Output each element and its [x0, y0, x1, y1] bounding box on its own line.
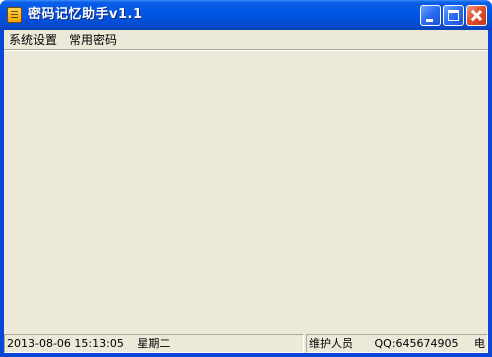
title-bar[interactable]: 密码记忆助手v1.1	[0, 0, 492, 30]
status-weekday: 星期二	[137, 337, 171, 350]
status-maintainer: 维护人员	[309, 337, 353, 350]
menu-common-passwords[interactable]: 常用密码	[67, 32, 119, 48]
close-icon	[467, 6, 486, 25]
menu-bar: 系统设置 常用密码	[4, 30, 488, 49]
status-bar: 2013-08-06 15:13:05 星期二 维护人员 QQ:64567490…	[4, 332, 488, 353]
maximize-icon	[448, 10, 459, 21]
status-panel-info: 维护人员 QQ:645674905 电	[306, 334, 488, 353]
client-area: 系统设置 常用密码 2013-08-06 15:13:05 星期二 维护人员 Q…	[4, 30, 488, 353]
minimize-icon	[426, 19, 433, 22]
work-area	[4, 51, 488, 331]
main-window: 密码记忆助手v1.1 系统设置 常用密码 2013-08-06 15:13:05…	[0, 0, 492, 357]
app-icon[interactable]	[7, 7, 22, 23]
maximize-button[interactable]	[443, 5, 464, 26]
close-button[interactable]	[466, 5, 487, 26]
menu-system-settings[interactable]: 系统设置	[7, 32, 59, 48]
status-qq: QQ:645674905	[374, 337, 459, 350]
window-title: 密码记忆助手v1.1	[28, 7, 143, 22]
status-panel-datetime: 2013-08-06 15:13:05 星期二	[4, 334, 304, 353]
status-phone-truncated: 电	[474, 337, 486, 350]
status-datetime: 2013-08-06 15:13:05	[7, 337, 124, 350]
minimize-button[interactable]	[420, 5, 441, 26]
